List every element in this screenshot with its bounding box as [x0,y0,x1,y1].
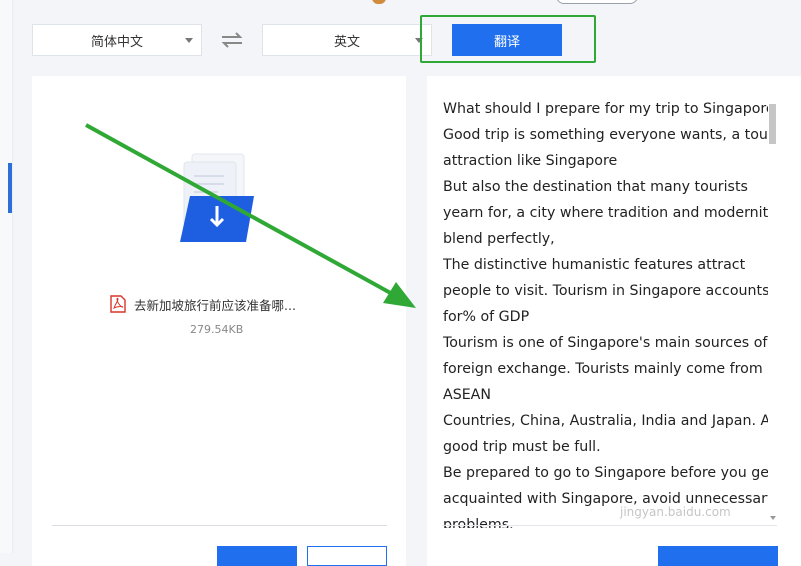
pdf-file-icon [110,295,126,313]
translated-line: ASEAN [443,387,491,403]
translated-line: yearn for, a city where tradition and mo… [443,205,768,221]
swap-languages-icon[interactable] [220,30,244,50]
sidebar-active-indicator [8,163,12,213]
download-button[interactable] [658,546,778,566]
divider [52,525,387,526]
translated-line: Be prepared to go to Singapore before yo… [443,465,768,481]
translated-line: people to visit. Tourism in Singapore ac… [443,283,768,299]
file-name: 去新加坡旅行前应该准备哪... [134,297,296,313]
document-upload-icon [180,153,254,242]
scrollbar[interactable] [768,96,778,526]
translated-line: blend perfectly, [443,231,555,247]
translated-line: Countries, China, Australia, India and J… [443,413,768,429]
top-pill-button[interactable] [556,0,638,4]
divider [442,525,777,526]
translated-line: Tourism is one of Singapore's main sourc… [443,335,768,351]
translated-line: Good trip is something everyone wants, a… [443,127,768,143]
secondary-action-button[interactable] [307,546,387,566]
source-language-select[interactable]: 简体中文 [32,24,202,56]
translated-line: What should I prepare for my trip to Sin… [443,101,768,117]
file-size: 279.54KB [190,323,244,336]
watermark: jingyan.baidu.com [620,505,731,519]
avatar[interactable] [372,0,386,4]
target-language-label: 英文 [333,34,360,50]
source-language-label: 简体中文 [90,34,143,50]
primary-action-button[interactable] [217,546,297,566]
translated-line: for% of GDP [443,309,530,325]
scroll-down-icon[interactable] [770,516,776,520]
translated-line: The distinctive humanistic features attr… [443,257,746,273]
translated-line: attraction like Singapore [443,153,618,169]
translated-line: foreign exchange. Tourists mainly come f… [443,361,763,377]
scrollbar-thumb[interactable] [769,104,776,144]
chevron-down-icon [185,38,193,43]
translated-text: What should I prepare for my trip to Sin… [443,96,768,528]
uploaded-file-row[interactable]: 去新加坡旅行前应该准备哪... [110,294,296,314]
translate-button[interactable]: 翻译 [452,24,562,56]
translated-line: But also the destination that many touri… [443,179,748,195]
target-language-select[interactable]: 英文 [262,24,432,56]
translated-line: good trip must be full. [443,439,601,455]
left-sidebar [0,0,13,553]
